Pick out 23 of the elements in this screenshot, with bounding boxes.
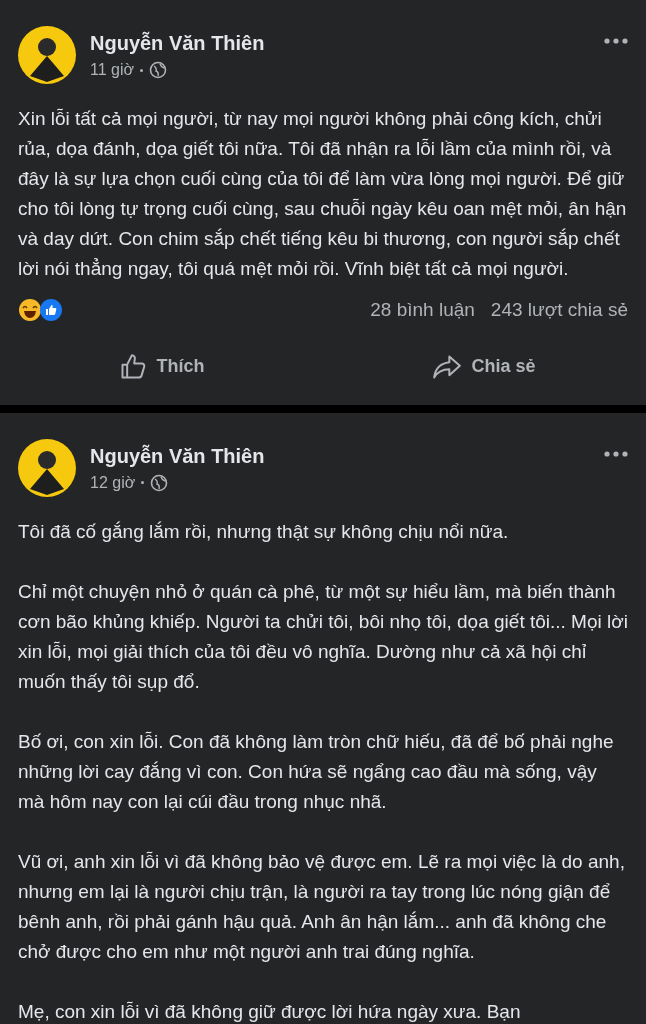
globe-icon xyxy=(150,473,169,492)
globe-icon xyxy=(149,61,167,79)
post-time[interactable]: 12 giờ xyxy=(90,470,136,495)
comment-count[interactable]: 28 bình luận xyxy=(370,296,475,325)
share-count[interactable]: 243 lượt chia sẻ xyxy=(490,296,628,325)
post-text: Bố ơi, con xin lỗi. Con đã không làm tròn chữ hiếu, đã để bố phải nghe những lời cay đắng vì con. Con hứa sẽ ngẩng cao đầu mà sống, vậy mà hôm nay con lại cúi đầu trong nhục nhã. xyxy=(18,729,615,814)
post-text: Vũ ơi, anh xin lỗi vì đã không bảo vệ được em. Lẽ ra mọi việc là do anh, nhưng em lại là người chịu trận, là người ra tay trong lúc nóng giận để bênh anh, rồi phải gánh hậu quả. Anh ân hận lắm... anh đã không che chở được cho em như một người anh trai đúng nghĩa. xyxy=(18,849,626,964)
post-text: Mẹ, con xin lỗi vì đã không giữ được lời hứa ngày xưa. Bạn xyxy=(18,999,522,1024)
like-reaction-icon xyxy=(39,298,63,323)
avatar[interactable] xyxy=(18,26,76,84)
laughing-emoji-icon xyxy=(18,298,42,323)
share-button[interactable]: Chia sẻ xyxy=(323,344,646,389)
post-text: Chỉ một chuyện nhỏ ở quán cà phê, từ một sự hiểu lầm, mà biến thành cơn bão khủng khiếp. Người ta chửi tôi, bôi nhọ tôi, dọa giết tôi... Mọi lời xin lỗi, mọi giải thích của tôi đều vô nghĩa. Dường như cả xã hội chỉ muốn thấy tôi sụp đổ. xyxy=(18,579,628,694)
post-text: Xin lỗi tất cả mọi người, từ nay mọi người không phải công kích, chửi rủa, dọa đánh, dọa giết tôi nữa. Tôi đã nhận ra lỗi lầm của mình rồi, và đây là sự lựa chọn cuối cùng của tôi để làm vừa lòng mọi người. Để giữ cho tôi lòng tự trọng cuối cùng, sau chuỗi ngày kêu oan mệt mỏi, ân hận và day dứt. Con chim sắp chết tiếng kêu bi thương, con người sắp chết lời nói thẳng ngay, tôi quá mệt mỏi rồi. Vĩnh biệt tất cả mọi người. xyxy=(18,107,628,281)
more-icon[interactable] xyxy=(604,450,628,457)
more-icon[interactable] xyxy=(604,38,628,44)
avatar[interactable] xyxy=(18,438,76,497)
author-name[interactable]: Nguyễn Văn Thiên xyxy=(90,30,265,56)
author-name[interactable]: Nguyễn Văn Thiên xyxy=(90,442,265,469)
like-button[interactable]: Thích xyxy=(0,344,323,389)
post-text: Tôi đã cố gắng lắm rồi, nhưng thật sự không chịu nổi nữa. xyxy=(18,519,510,544)
share-arrow-icon xyxy=(433,353,462,380)
post-time[interactable]: 11 giờ xyxy=(90,58,134,82)
